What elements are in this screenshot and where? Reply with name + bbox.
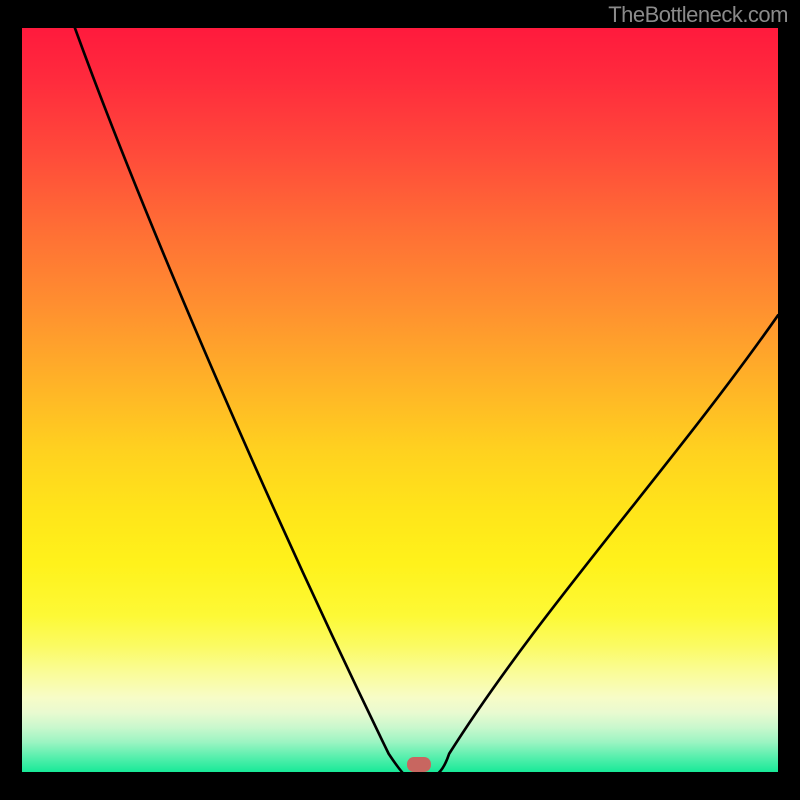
bottleneck-marker xyxy=(407,757,431,771)
bottleneck-curve xyxy=(22,28,778,784)
curve-path xyxy=(75,28,778,776)
watermark-text: TheBottleneck.com xyxy=(608,2,788,28)
plot-area xyxy=(22,28,778,772)
chart-frame: TheBottleneck.com xyxy=(0,0,800,800)
